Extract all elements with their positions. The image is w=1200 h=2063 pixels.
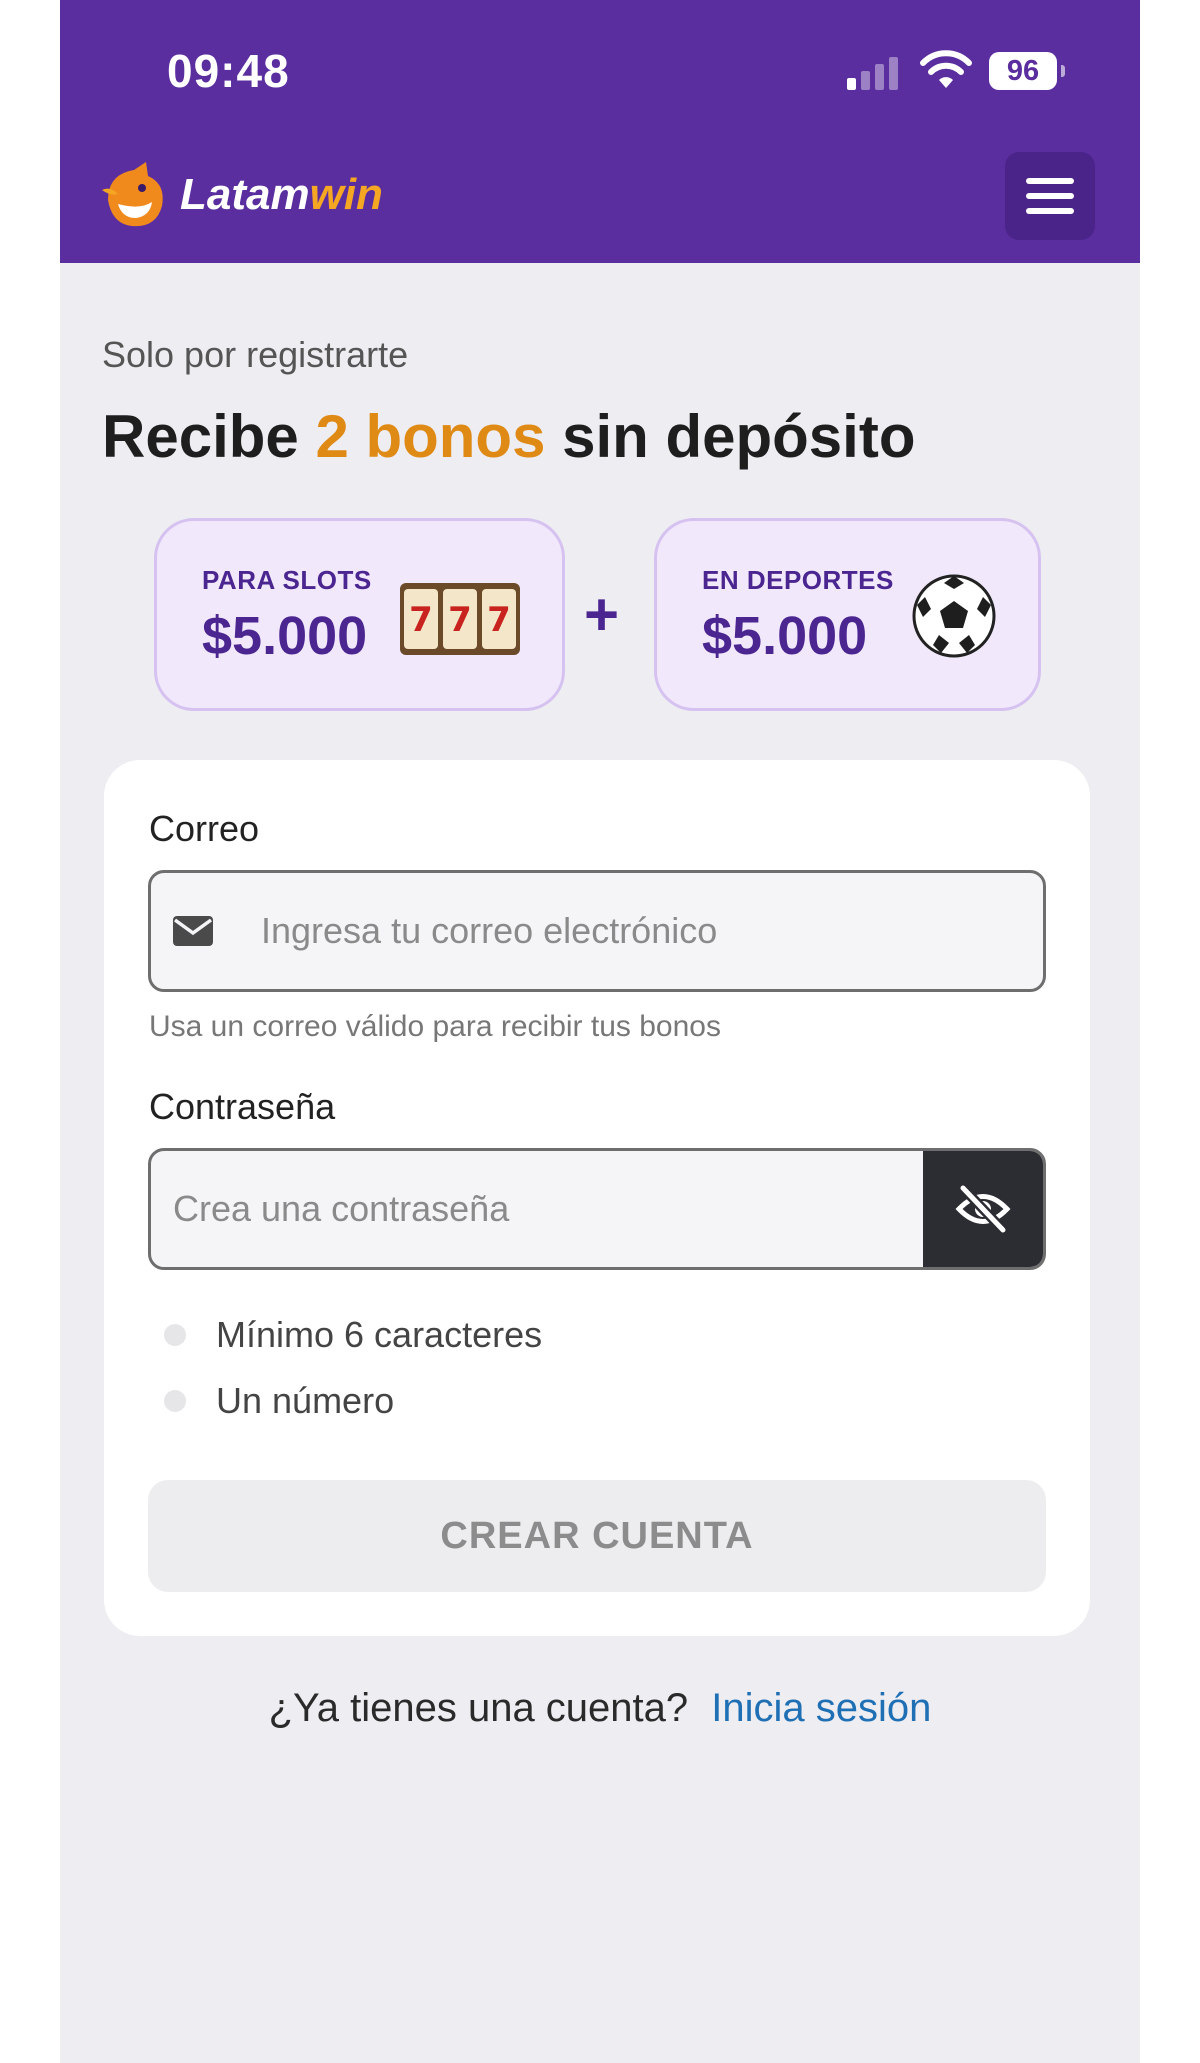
rule-text: Mínimo 6 caracteres [216,1314,543,1355]
svg-text:7: 7 [487,600,511,640]
headline-highlight: 2 bonos [315,403,546,470]
bonus-label: PARA SLOTS [202,565,372,595]
soccer-ball-icon [912,574,996,658]
password-field[interactable] [148,1148,1046,1270]
bonus-card-slots: PARA SLOTS $5.000 7 7 7 [154,518,565,711]
svg-text:7: 7 [409,600,433,640]
battery-indicator: 96 [989,52,1065,90]
slot-machine-icon: 7 7 7 [400,583,520,655]
login-question: ¿Ya tienes una cuenta? [268,1686,689,1730]
rule-status-dot [164,1390,186,1412]
bonus-amount: $5.000 [702,606,868,666]
email-label: Correo [149,808,260,849]
signal-icon [847,55,903,90]
register-form: Correo Usa un correo válido para recibir… [104,760,1090,1636]
bonus-amount: $5.000 [202,606,368,666]
mail-icon [173,916,213,946]
hamburger-icon [1026,178,1074,184]
app-header: 09:48 96 Latamwin [60,0,1140,263]
password-input[interactable] [173,1151,913,1267]
password-rule: Mínimo 6 caracteres [164,1314,542,1356]
login-prompt: ¿Ya tienes una cuenta? Inicia sesión [60,1686,1140,1731]
brand-name[interactable]: Latamwin [180,170,383,220]
toggle-password-button[interactable] [923,1151,1043,1267]
password-label: Contraseña [149,1086,336,1127]
headline-pre: Recibe [102,403,316,470]
bonus-card-sports: EN DEPORTES $5.000 [654,518,1041,711]
headline-post: sin depósito [545,403,916,470]
email-hint: Usa un correo válido para recibir tus bo… [149,1010,721,1043]
login-link[interactable]: Inicia sesión [711,1686,931,1730]
menu-button[interactable] [1005,152,1095,240]
plus-sign: + [584,581,620,648]
password-rule: Un número [164,1380,394,1422]
email-field[interactable] [148,870,1046,992]
fox-logo-icon [102,162,163,227]
rule-text: Un número [216,1380,395,1421]
create-account-button[interactable]: CREAR CUENTA [148,1480,1046,1592]
bonus-label: EN DEPORTES [702,565,894,595]
rule-status-dot [164,1324,186,1346]
status-time: 09:48 [167,45,290,97]
hero-eyebrow: Solo por registrarte [102,334,409,375]
hero-headline: Recibe 2 bonos sin depósito [102,402,915,471]
brand-main: Latam [180,170,310,219]
app-screen: 09:48 96 Latamwin Solo por registrarte R… [60,0,1140,2063]
wifi-icon [920,50,972,88]
email-input[interactable] [261,873,1031,989]
brand-accent: win [309,170,383,219]
eye-off-icon [955,1184,1011,1234]
svg-text:7: 7 [448,600,472,640]
